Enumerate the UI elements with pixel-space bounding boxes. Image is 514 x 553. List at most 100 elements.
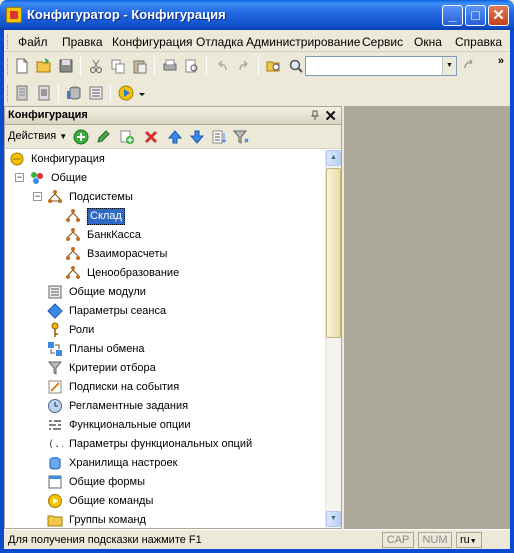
app-icon bbox=[6, 7, 22, 23]
sort-list-icon[interactable] bbox=[211, 129, 227, 145]
collapse-toggle[interactable]: − bbox=[15, 173, 24, 182]
folder-icon bbox=[47, 512, 63, 528]
panel-header: Конфигурация ✕ bbox=[5, 107, 341, 125]
chevron-down-icon[interactable]: ▼ bbox=[442, 57, 456, 75]
tree-node-item[interactable]: (..) Параметры функциональных опций bbox=[5, 435, 325, 454]
configuration-panel: Конфигурация ✕ Действия ▼ Конфигурация − О… bbox=[4, 106, 342, 529]
filter-icon bbox=[47, 360, 63, 376]
tree-node-subsystem[interactable]: Взаиморасчеты bbox=[5, 245, 325, 264]
window-title: Конфигуратор - Конфигурация bbox=[27, 7, 226, 22]
status-bar: Для получения подсказки нажмите F1 CAP N… bbox=[4, 529, 510, 549]
toolbar-grip[interactable] bbox=[7, 85, 10, 102]
tree-node-item[interactable]: Критерии отбора bbox=[5, 359, 325, 378]
tree-node-label: Группы команд bbox=[69, 514, 146, 526]
chevron-down-icon: ▼ bbox=[59, 132, 68, 141]
functional-options-icon bbox=[47, 417, 63, 433]
panel-close-button[interactable]: ✕ bbox=[324, 107, 337, 125]
actions-menu[interactable]: Действия ▼ bbox=[8, 130, 67, 142]
config-root-icon bbox=[9, 151, 25, 167]
move-down-icon[interactable] bbox=[189, 129, 205, 145]
chevron-down-icon[interactable] bbox=[138, 92, 146, 98]
copy-icon[interactable] bbox=[110, 58, 126, 74]
cut-icon[interactable] bbox=[88, 58, 104, 74]
tree-node-item[interactable]: Функциональные опции bbox=[5, 416, 325, 435]
toolbar-separator bbox=[206, 57, 207, 75]
tree-node-item[interactable]: Роли bbox=[5, 321, 325, 340]
maximize-button[interactable]: □ bbox=[465, 5, 486, 26]
language-indicator[interactable]: ru▼ bbox=[456, 532, 482, 548]
tree-root-configuration[interactable]: Конфигурация bbox=[5, 150, 325, 169]
scroll-thumb[interactable] bbox=[326, 168, 341, 338]
search-icon[interactable] bbox=[288, 58, 304, 74]
menu-bar: Файл Правка Конфигурация Отладка Админис… bbox=[4, 30, 510, 52]
save-icon[interactable] bbox=[58, 58, 74, 74]
event-subscription-icon bbox=[47, 379, 63, 395]
tree-node-item[interactable]: Планы обмена bbox=[5, 340, 325, 359]
print-icon[interactable] bbox=[162, 58, 178, 74]
database-config-icon[interactable] bbox=[36, 85, 52, 101]
module-icon[interactable] bbox=[88, 85, 104, 101]
menu-windows[interactable]: Окна bbox=[414, 35, 442, 49]
vertical-scrollbar[interactable]: ▲ ▼ bbox=[325, 150, 341, 528]
tree-node-item[interactable]: Хранилища настроек bbox=[5, 454, 325, 473]
find-in-folder-icon[interactable] bbox=[266, 58, 282, 74]
tree-node-subsystems[interactable]: − Подсистемы bbox=[5, 188, 325, 207]
undo-icon[interactable] bbox=[214, 58, 230, 74]
panel-toolbar: Действия ▼ bbox=[5, 125, 341, 149]
tree-node-item[interactable]: Регламентные задания bbox=[5, 397, 325, 416]
edit-icon[interactable] bbox=[95, 129, 111, 145]
tree-node-label: Подсистемы bbox=[69, 191, 133, 203]
open-configuration-icon[interactable] bbox=[14, 85, 30, 101]
standard-toolbar: ▼ » bbox=[4, 53, 510, 79]
tree-node-item[interactable]: Общие модули bbox=[5, 283, 325, 302]
window-frame-bottom bbox=[0, 549, 514, 553]
tree-node-item[interactable]: Группы команд bbox=[5, 511, 325, 528]
scroll-down-button[interactable]: ▼ bbox=[326, 511, 341, 527]
paste-icon[interactable] bbox=[132, 58, 148, 74]
print-preview-icon[interactable] bbox=[184, 58, 200, 74]
menu-help[interactable]: Справка bbox=[455, 35, 502, 49]
menu-debug[interactable]: Отладка bbox=[196, 35, 243, 49]
tree-node-label: Функциональные опции bbox=[69, 419, 191, 431]
tree-node-item[interactable]: Общие команды bbox=[5, 492, 325, 511]
collapse-toggle[interactable]: − bbox=[33, 192, 42, 201]
menu-file[interactable]: Файл bbox=[18, 35, 48, 49]
tree-node-subsystem[interactable]: Ценообразование bbox=[5, 264, 325, 283]
search-input[interactable]: ▼ bbox=[305, 56, 457, 76]
tree-node-item[interactable]: Подписки на события bbox=[5, 378, 325, 397]
toolbar-grip[interactable] bbox=[7, 58, 10, 75]
toolbar-overflow-button[interactable]: » bbox=[498, 55, 504, 67]
menu-edit[interactable]: Правка bbox=[62, 35, 103, 49]
tree-node-item[interactable]: Общие формы bbox=[5, 473, 325, 492]
start-debugging-icon[interactable] bbox=[118, 85, 134, 101]
search-next-icon[interactable] bbox=[462, 58, 478, 74]
tree-node-subsystem[interactable]: Склад bbox=[5, 207, 325, 226]
menu-grip[interactable] bbox=[7, 34, 10, 49]
toolbar-separator bbox=[110, 84, 111, 102]
tree-node-common[interactable]: − Общие bbox=[5, 169, 325, 188]
open-folder-icon[interactable] bbox=[36, 58, 52, 74]
toolbar-separator bbox=[258, 57, 259, 75]
tree-node-label: Общие формы bbox=[69, 476, 145, 488]
add-icon[interactable] bbox=[73, 129, 89, 145]
menu-administration[interactable]: Администрирование bbox=[246, 35, 360, 49]
redo-icon[interactable] bbox=[236, 58, 252, 74]
new-document-icon[interactable] bbox=[14, 58, 30, 74]
scroll-up-button[interactable]: ▲ bbox=[326, 150, 341, 166]
panel-title: Конфигурация bbox=[8, 109, 88, 121]
tree-node-item[interactable]: Параметры сеанса bbox=[5, 302, 325, 321]
close-button[interactable]: ✕ bbox=[488, 5, 509, 26]
exchange-plans-icon bbox=[47, 341, 63, 357]
tree-node-subsystem[interactable]: БанкКасса bbox=[5, 226, 325, 245]
delete-icon[interactable] bbox=[143, 129, 159, 145]
minimize-button[interactable]: _ bbox=[442, 5, 463, 26]
menu-configuration[interactable]: Конфигурация bbox=[112, 35, 193, 49]
filter-icon[interactable] bbox=[233, 129, 249, 145]
common-modules-icon bbox=[47, 284, 63, 300]
update-database-icon[interactable] bbox=[66, 85, 82, 101]
pin-icon[interactable] bbox=[311, 110, 319, 120]
move-up-icon[interactable] bbox=[167, 129, 183, 145]
menu-service[interactable]: Сервис bbox=[362, 35, 403, 49]
commands-icon bbox=[47, 493, 63, 509]
copy-item-icon[interactable] bbox=[119, 129, 135, 145]
